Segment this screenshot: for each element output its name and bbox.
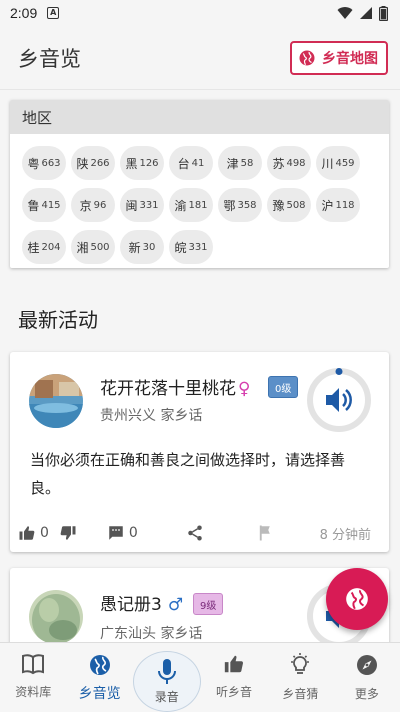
thumb-down-icon [60,526,76,540]
region-chip[interactable]: 津 58 [218,146,262,180]
nav-library[interactable]: 资料库 [0,643,66,712]
nav-record-label: 录音 [154,690,179,704]
like-count: 0 [40,525,49,541]
record-button[interactable]: 录音 [132,651,201,712]
book-icon [22,654,45,675]
status-time: 2:09 [10,5,38,21]
signal-icon [360,7,372,19]
region-chip[interactable]: 苏 498 [267,146,311,180]
action-bar: 0 0 8 分钟前 [10,522,389,544]
region-chip[interactable]: 粤 663 [22,146,66,180]
battery-icon [379,5,388,21]
region-chip[interactable]: 鄂 358 [218,188,262,222]
share-button[interactable] [186,524,204,542]
region-chip[interactable]: 川 459 [316,146,360,180]
nav-more[interactable]: 更多 [334,643,400,712]
speaker-icon [326,388,339,412]
region-chip[interactable]: 新 30 [120,230,164,264]
comment-button[interactable]: 0 [107,524,138,542]
level-badge: 0级 [268,376,299,398]
play-button[interactable] [306,367,372,433]
region-chip[interactable]: 沪 118 [316,188,360,222]
fab-map-button[interactable] [326,568,388,630]
region-chip[interactable]: 皖 331 [169,230,213,264]
male-icon: ♂ [167,595,184,615]
thumb-up-icon [19,526,35,540]
region-chip[interactable]: 黑 126 [120,146,164,180]
region-chip[interactable]: 渝 181 [169,188,213,222]
region-chip[interactable]: 台 41 [169,146,213,180]
activity-text: 当你必须在正确和善良之间做选择时，请选择善良。 [30,451,346,497]
comment-icon [109,526,123,540]
microphone-icon [157,659,176,684]
region-chip[interactable]: 豫 508 [267,188,311,222]
report-button[interactable] [258,524,274,542]
region-chip-list: 粤 663 陕 266 黑 126 台 41 津 58 苏 498 川 459 鲁 415 京9… [10,134,389,264]
app-bar: 乡音览 乡音地图 [0,26,400,90]
avatar[interactable] [29,374,83,428]
comment-count: 0 [128,525,138,541]
user-name[interactable]: 愚记册3 ♂ [100,590,183,615]
dialect-map-button[interactable]: 乡音地图 [290,40,388,75]
region-card: 地区 粤 663 陕 266 黑 126 台 41 津 58 苏 498 川 459 鲁 415… [10,100,389,268]
share-icon [188,525,202,541]
region-chip[interactable]: 鲁 415 [22,188,66,222]
region-header: 地区 [10,100,389,134]
dislike-button[interactable] [59,524,81,542]
region-chip[interactable]: 京 96 [71,188,115,222]
thumb-up-icon [224,655,244,673]
region-chip[interactable]: 闽 331 [120,188,164,222]
notification-a-icon: A [47,7,60,19]
compass-icon [356,655,377,675]
level-badge: 9级 [193,593,224,615]
nav-browse[interactable]: 乡音览 [66,643,132,712]
user-location: 贵州兴义 家乡话 [100,408,203,424]
status-bar: 2:09 A [0,0,400,26]
lightbulb-icon [291,653,310,674]
nav-guess[interactable]: 乡音猜 [267,643,333,712]
region-chip[interactable]: 湘 500 [71,230,115,264]
page-title: 乡音览 [18,46,81,71]
activity-card[interactable]: 花开花落十里桃花 ♀ 0级 贵州兴义 家乡话 当你必须在正确和善良之间做选择时，请… [10,352,389,552]
wifi-icon [337,7,353,20]
nav-record[interactable]: 录音 [132,643,201,712]
region-chip[interactable]: 桂 204 [22,230,66,264]
avatar[interactable] [29,590,83,644]
dialect-map-label: 乡音地图 [322,50,378,67]
globe-icon [299,50,315,65]
female-icon: ♀ [238,379,251,399]
latest-activity-title: 最新活动 [18,308,98,332]
globe-icon [89,655,110,675]
status-icons [337,5,388,21]
flag-icon [259,525,270,541]
region-chip[interactable]: 陕 266 [71,146,115,180]
bottom-nav: 资料库 乡音览 录音 听乡音 乡音猜 更多 [0,642,400,712]
globe-icon [346,588,368,610]
user-name[interactable]: 花开花落十里桃花 ♀ [100,374,250,399]
post-time: 8 分钟前 [319,528,371,543]
user-location: 广东汕头 家乡话 [100,626,203,642]
like-button[interactable]: 0 [18,524,49,542]
nav-listen[interactable]: 听乡音 [201,643,267,712]
